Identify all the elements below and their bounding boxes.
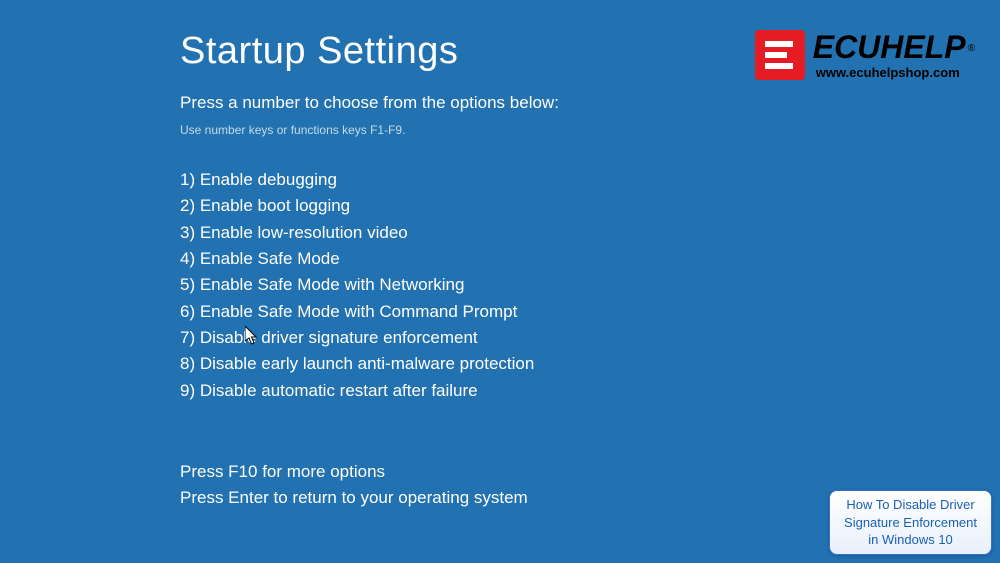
brand-url: www.ecuhelpshop.com (816, 65, 975, 80)
option-6-safe-mode-cmd[interactable]: 6) Enable Safe Mode with Command Prompt (180, 299, 1000, 325)
subtitle-instruction: Press a number to choose from the option… (180, 93, 1000, 113)
logo-text-wrap: ECUHELP® www.ecuhelpshop.com (813, 31, 975, 80)
options-list: 1) Enable debugging 2) Enable boot loggi… (180, 167, 1000, 404)
key-hint: Use number keys or functions keys F1-F9. (180, 123, 1000, 137)
option-3-low-resolution[interactable]: 3) Enable low-resolution video (180, 220, 1000, 246)
option-8-disable-anti-malware[interactable]: 8) Disable early launch anti-malware pro… (180, 351, 1000, 377)
logo-row: ECUHELP® www.ecuhelpshop.com (755, 30, 975, 80)
brand-name: ECUHELP (813, 29, 966, 65)
option-2-boot-logging[interactable]: 2) Enable boot logging (180, 193, 1000, 219)
caption-line-1: How To Disable Driver (844, 496, 977, 514)
tutorial-caption-box: How To Disable Driver Signature Enforcem… (829, 490, 992, 555)
brand-logo: ECUHELP® www.ecuhelpshop.com (755, 30, 975, 80)
option-7-disable-driver-signature[interactable]: 7) Disable driver signature enforcement (180, 325, 1000, 351)
option-4-safe-mode[interactable]: 4) Enable Safe Mode (180, 246, 1000, 272)
ecuhelp-icon (755, 30, 805, 80)
caption-line-2: Signature Enforcement (844, 514, 977, 532)
option-9-disable-auto-restart[interactable]: 9) Disable automatic restart after failu… (180, 378, 1000, 404)
f10-more-options: Press F10 for more options (180, 459, 1000, 485)
caption-line-3: in Windows 10 (844, 531, 977, 549)
registered-icon: ® (968, 43, 975, 54)
option-5-safe-mode-networking[interactable]: 5) Enable Safe Mode with Networking (180, 272, 1000, 298)
option-1-debugging[interactable]: 1) Enable debugging (180, 167, 1000, 193)
